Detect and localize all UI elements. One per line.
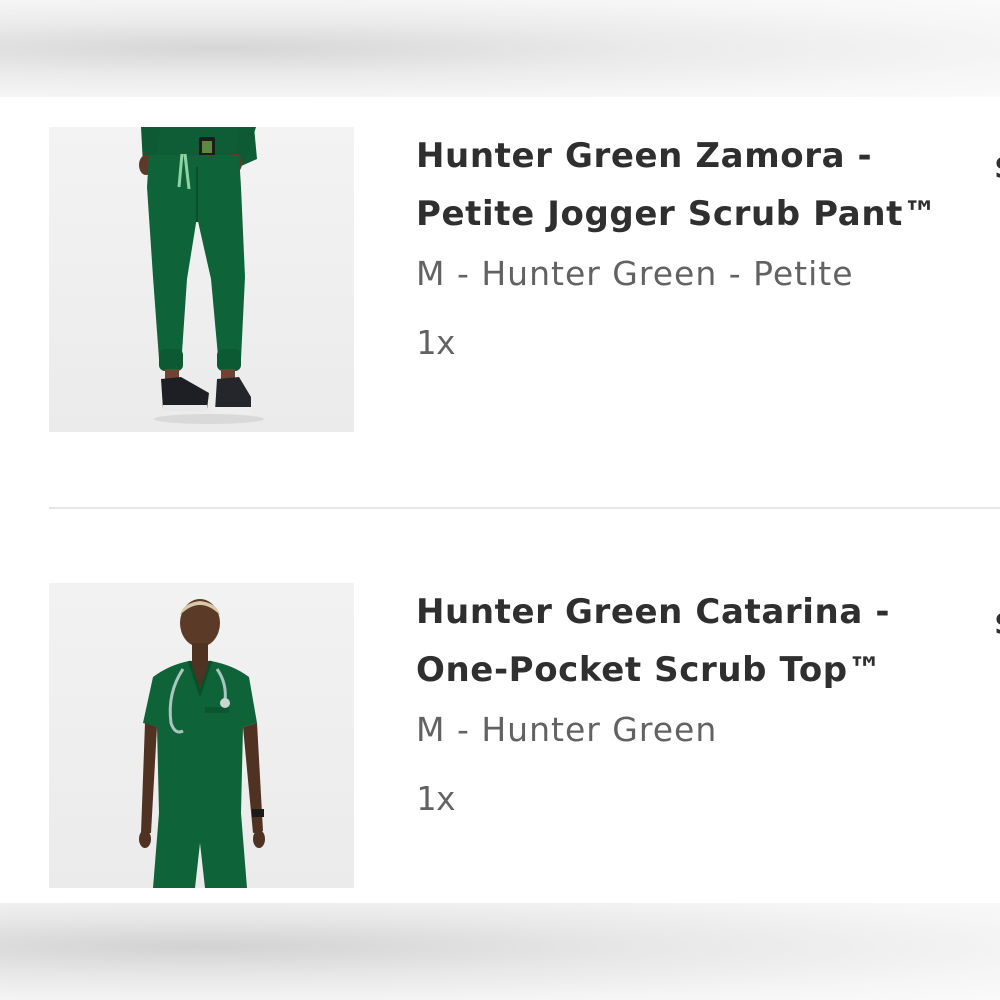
item-details: Hunter Green Zamora - Petite Jogger Scru… — [416, 127, 986, 381]
item-variant: M - Hunter Green - Petite — [416, 254, 854, 293]
cart-item[interactable]: Hunter Green Zamora - Petite Jogger Scru… — [0, 127, 1000, 433]
item-title[interactable]: Hunter Green Zamora - Petite Jogger Scru… — [416, 127, 986, 243]
cart-items-panel: Hunter Green Zamora - Petite Jogger Scru… — [0, 97, 1000, 903]
jogger-pant-image[interactable] — [49, 127, 354, 432]
blurred-background-top — [0, 0, 1000, 97]
item-price: $ — [994, 147, 1000, 187]
divider — [49, 507, 1000, 509]
cart-item[interactable]: Hunter Green Catarina - One-Pocket Scrub… — [0, 583, 1000, 889]
item-details: Hunter Green Catarina - One-Pocket Scrub… — [416, 583, 986, 837]
item-price: $ — [994, 603, 1000, 643]
blurred-background-bottom — [0, 903, 1000, 1000]
item-quantity: 1x — [416, 323, 456, 362]
item-quantity: 1x — [416, 779, 456, 818]
item-variant: M - Hunter Green — [416, 710, 718, 749]
scrub-top-image[interactable] — [49, 583, 354, 888]
item-title[interactable]: Hunter Green Catarina - One-Pocket Scrub… — [416, 583, 986, 699]
